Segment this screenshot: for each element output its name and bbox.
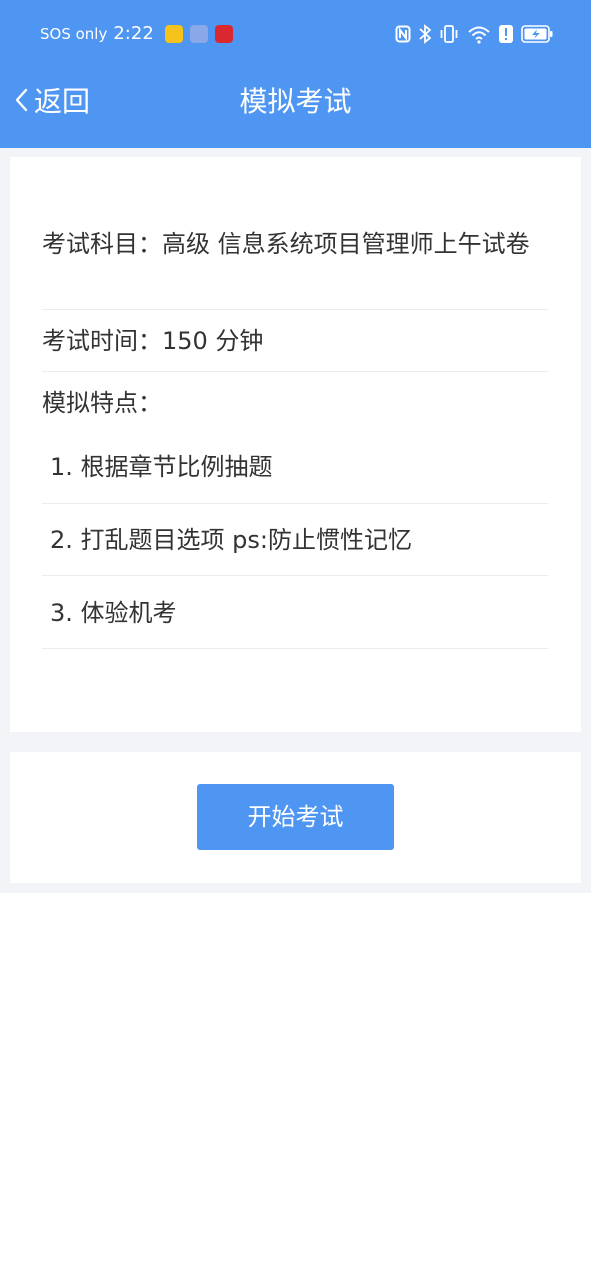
feature-item: 3. 体验机考 bbox=[50, 599, 177, 627]
chevron-left-icon bbox=[12, 86, 32, 118]
divider bbox=[42, 648, 548, 649]
app-header: SOS only 2:22 返回 模拟考试 bbox=[0, 0, 591, 148]
content-area: 考试科目：高级 信息系统项目管理师上午试卷 考试时间：150 分钟 模拟特点： … bbox=[0, 148, 591, 893]
app-notification-icon bbox=[214, 25, 233, 43]
nav-bar: 返回 模拟考试 bbox=[0, 66, 591, 138]
wifi-icon bbox=[467, 24, 491, 44]
divider bbox=[42, 503, 548, 504]
clock-time: 2:22 bbox=[113, 23, 154, 44]
exam-info-card: 考试科目：高级 信息系统项目管理师上午试卷 考试时间：150 分钟 模拟特点： … bbox=[10, 157, 581, 732]
nfc-icon bbox=[395, 25, 411, 43]
back-label: 返回 bbox=[34, 85, 91, 118]
status-bar: SOS only 2:22 bbox=[0, 0, 591, 66]
app-notification-icon bbox=[189, 25, 208, 43]
bluetooth-icon bbox=[419, 24, 431, 44]
divider bbox=[42, 309, 548, 310]
battery-icon bbox=[521, 25, 553, 43]
feature-item: 2. 打乱题目选项 ps:防止惯性记忆 bbox=[50, 526, 412, 554]
exam-duration: 考试时间：150 分钟 bbox=[42, 327, 264, 355]
feature-item: 1. 根据章节比例抽题 bbox=[50, 453, 273, 481]
status-left: SOS only 2:22 bbox=[40, 20, 233, 48]
divider bbox=[42, 575, 548, 576]
back-button[interactable]: 返回 bbox=[12, 80, 90, 124]
divider bbox=[42, 371, 548, 372]
action-card: 开始考试 bbox=[10, 752, 581, 883]
status-right bbox=[395, 22, 553, 46]
start-exam-button[interactable]: 开始考试 bbox=[197, 784, 394, 850]
alert-icon bbox=[499, 25, 513, 43]
exam-subject: 考试科目：高级 信息系统项目管理师上午试卷 bbox=[42, 230, 530, 258]
vibrate-icon bbox=[439, 24, 459, 44]
features-heading: 模拟特点： bbox=[42, 389, 162, 417]
app-notification-icon bbox=[164, 25, 183, 43]
carrier-status: SOS only bbox=[40, 25, 108, 43]
